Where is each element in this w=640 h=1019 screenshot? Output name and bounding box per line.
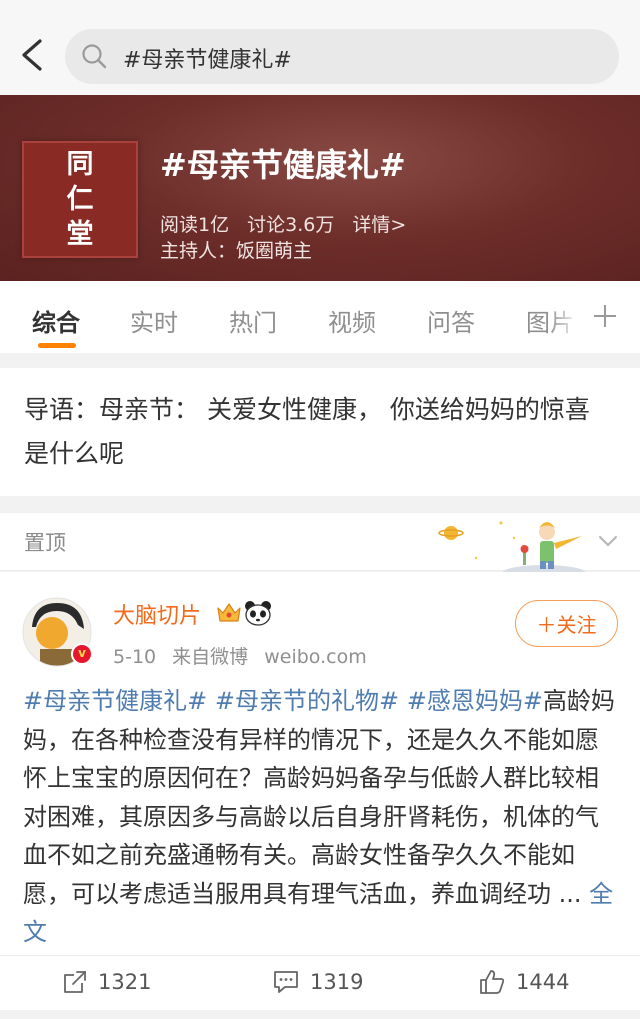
panda-icon[interactable]	[244, 600, 272, 626]
topic-guide: 导语：母亲节： 关爱女性健康， 你送给妈妈的惊喜是什么呢	[0, 368, 640, 496]
post-site: weibo.com	[264, 646, 367, 668]
post-body: #母亲节健康礼# #母亲节的礼物# #感恩妈妈#高龄妈妈，在各种检查没有异样的情…	[23, 682, 621, 952]
logo-char: 堂	[66, 219, 94, 250]
post-source: 来自微博	[172, 646, 249, 668]
topic-logo: 同 仁 堂	[22, 141, 138, 258]
read-count: 阅读1亿	[160, 214, 230, 236]
discussion-count: 讨论3.6万	[247, 214, 335, 236]
hashtag-link[interactable]: #母亲节健康礼#	[23, 687, 207, 715]
comment-button[interactable]: 1319	[272, 968, 363, 996]
post-text: 高龄妈妈，在各种检查没有异样的情况下，还是久久不能如愿怀上宝宝的原因何在？高龄妈…	[23, 687, 615, 908]
tab-comprehensive[interactable]: 综合	[32, 303, 80, 338]
repost-button[interactable]: 1321	[62, 968, 151, 996]
repost-icon	[64, 971, 86, 993]
post-meta: 5-10 来自微博 weibo.com	[113, 642, 377, 669]
topic-title: #母亲节健康礼#	[160, 146, 406, 184]
follow-button[interactable]: ＋关注	[515, 600, 618, 647]
post-actions: 1321 1319 1444	[0, 955, 640, 1007]
verified-icon: v	[71, 643, 93, 665]
search-icon	[82, 44, 107, 69]
hashtag-link[interactable]: #母亲节的礼物#	[215, 687, 399, 715]
crown-icon[interactable]	[216, 600, 242, 624]
hashtag-link[interactable]: #感恩妈妈#	[407, 687, 543, 715]
tab-realtime[interactable]: 实时	[130, 303, 178, 338]
comment-icon	[274, 971, 298, 993]
search-query: #母亲节健康礼#	[123, 48, 292, 73]
like-count: 1444	[516, 970, 570, 994]
little-prince-illustration	[438, 521, 586, 576]
comment-count: 1319	[310, 970, 364, 994]
tab-bar: 综合 实时 热门 视频 问答 图片	[0, 281, 640, 353]
tab-hot[interactable]: 热门	[229, 303, 277, 338]
tab-fade	[548, 291, 588, 343]
post-username[interactable]: 大脑切片	[113, 598, 201, 630]
ellipsis: ...	[551, 879, 582, 908]
section-divider	[0, 1010, 640, 1019]
pinned-label: 置顶	[24, 531, 66, 555]
post-date: 5-10	[113, 646, 157, 668]
plus-icon[interactable]	[593, 304, 617, 328]
details-link[interactable]: 详情>	[352, 214, 406, 236]
tab-video[interactable]: 视频	[328, 303, 376, 338]
topic-host: 主持人：饭圈萌主	[160, 240, 313, 262]
active-tab-indicator	[38, 343, 76, 348]
guide-text: 导语：母亲节： 关爱女性健康， 你送给妈妈的惊喜是什么呢	[24, 395, 590, 468]
like-button[interactable]: 1444	[478, 968, 569, 996]
topic-stats: 阅读1亿 讨论3.6万 详情>	[160, 210, 418, 237]
search-input[interactable]: #母亲节健康礼#	[65, 29, 619, 84]
back-arrow-icon[interactable]	[18, 38, 46, 72]
like-icon	[480, 970, 505, 994]
logo-char: 仁	[66, 184, 94, 215]
repost-count: 1321	[98, 970, 152, 994]
chevron-down-icon[interactable]	[597, 533, 619, 549]
tab-qa[interactable]: 问答	[427, 303, 475, 338]
top-bar: #母亲节健康礼#	[0, 0, 640, 95]
logo-char: 同	[66, 149, 94, 180]
